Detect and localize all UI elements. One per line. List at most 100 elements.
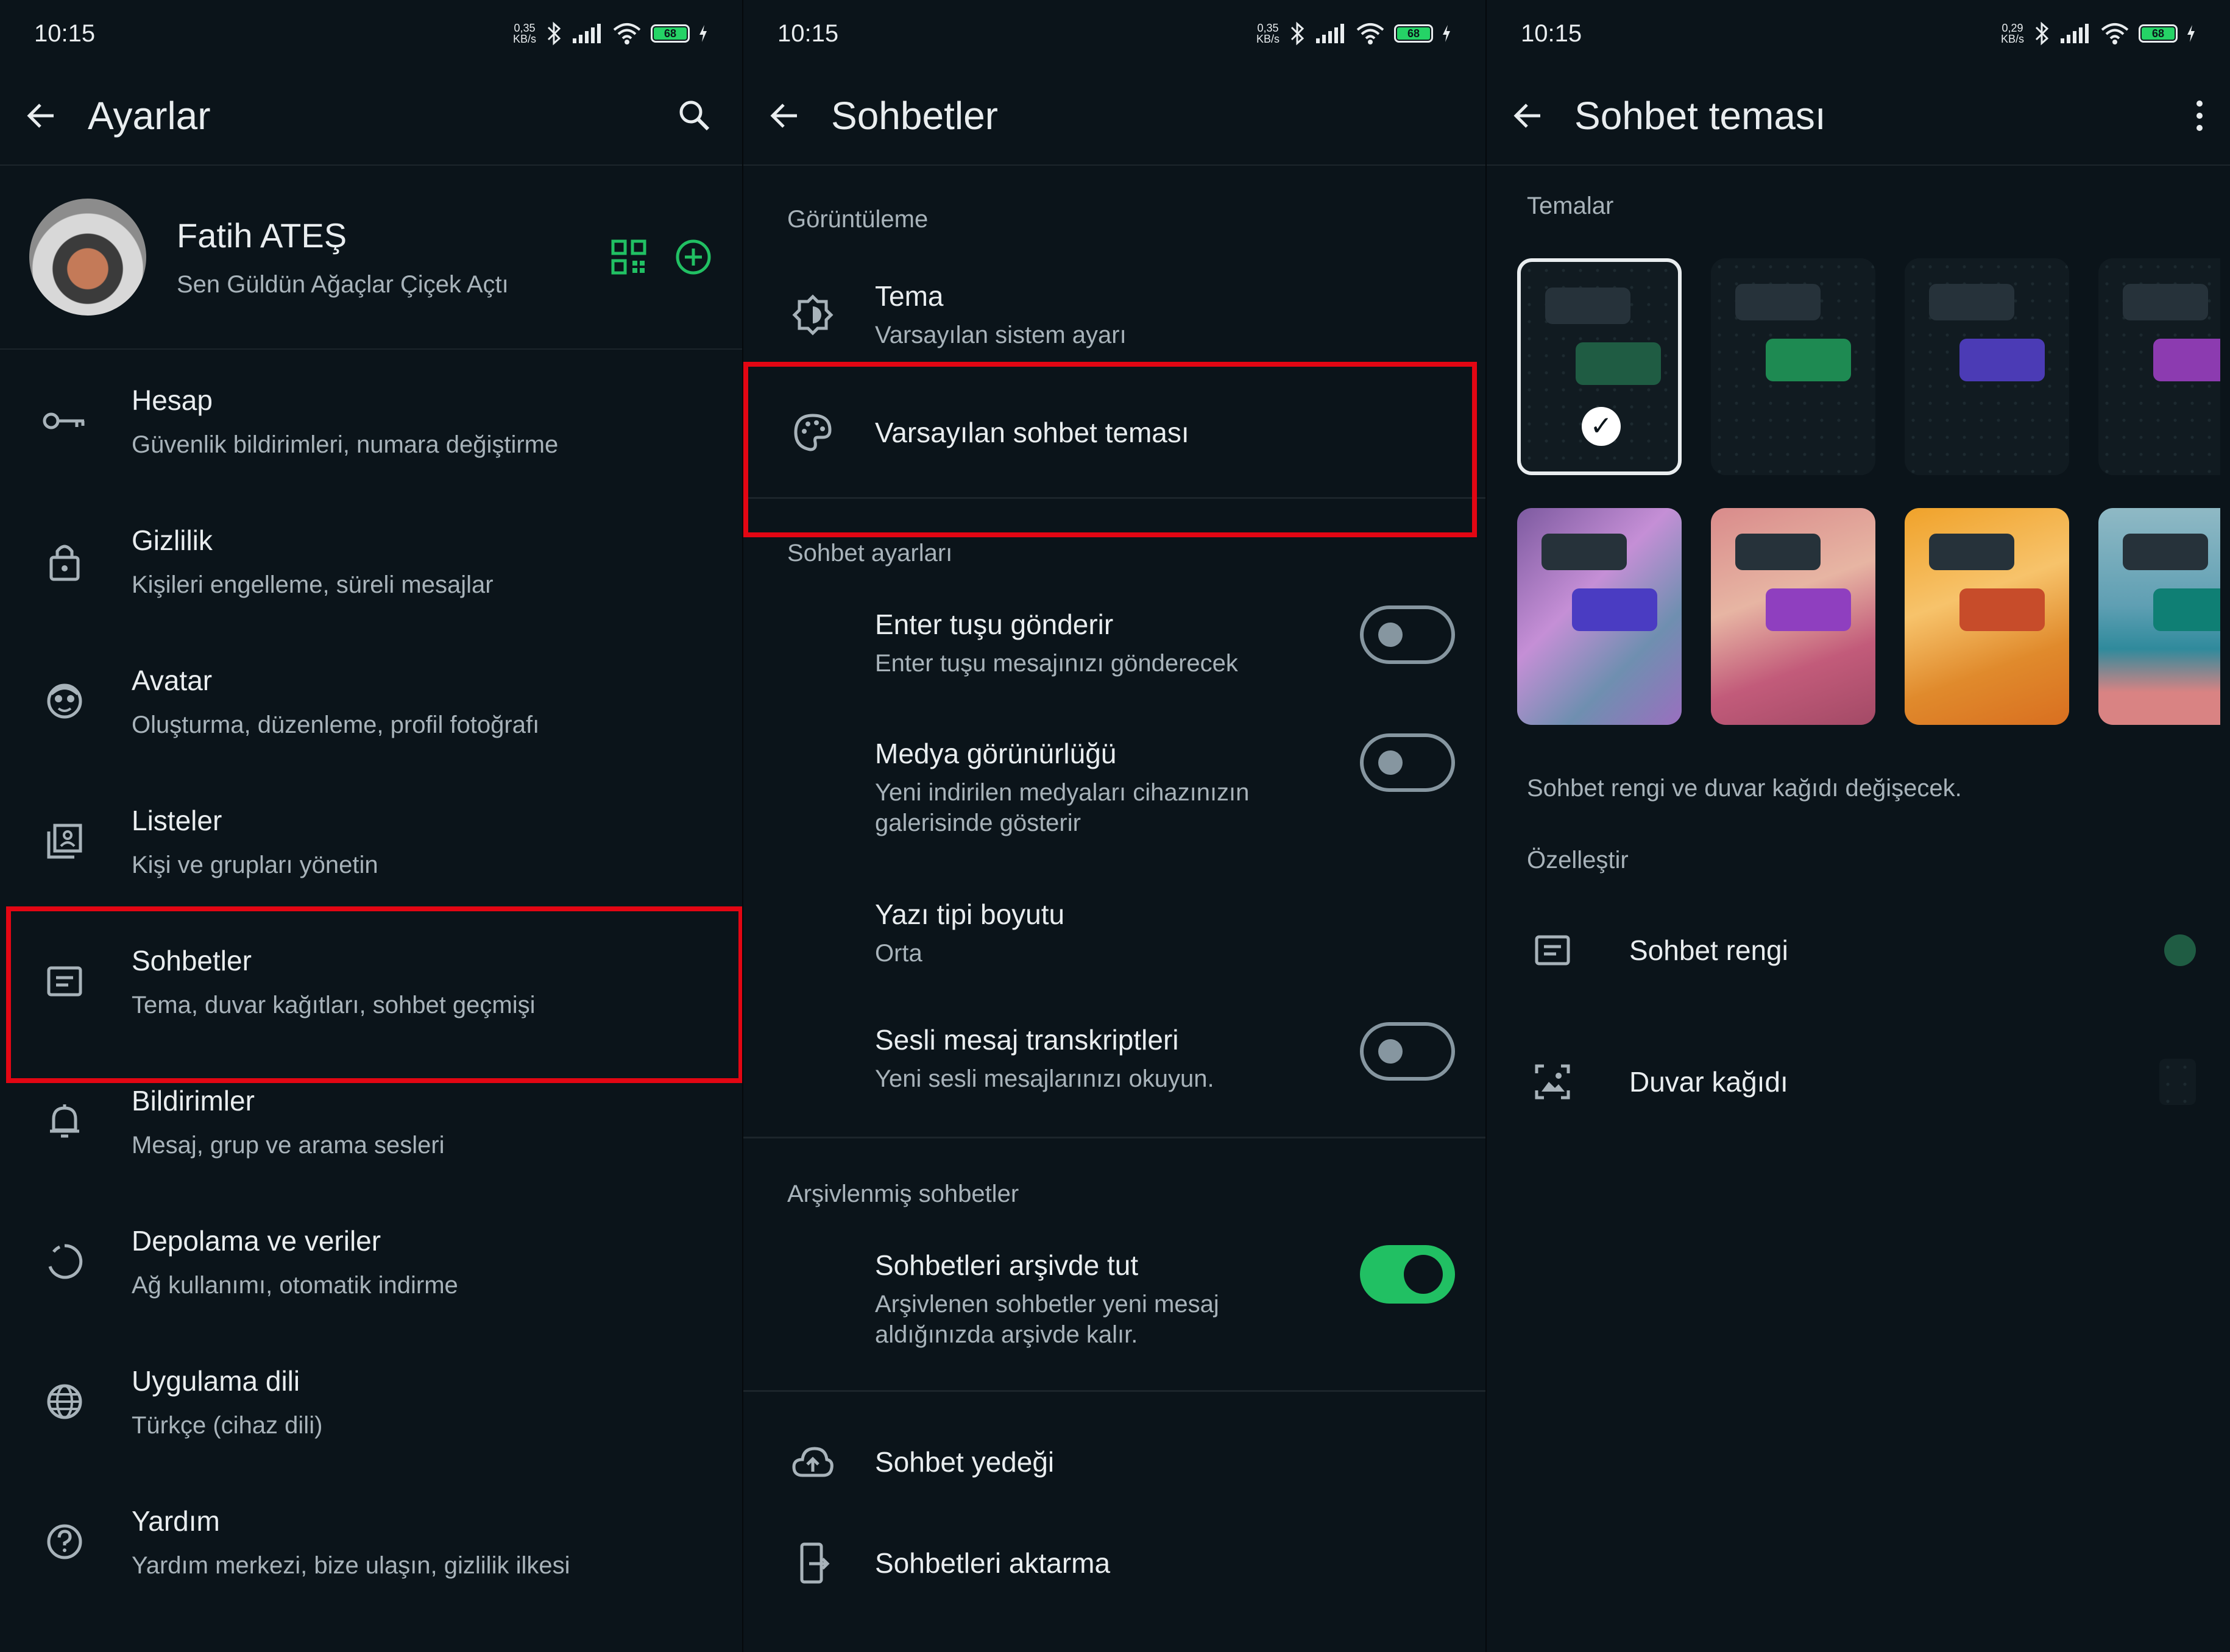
lists-icon	[34, 822, 95, 861]
voice-transcripts-row[interactable]: Sesli mesaj transkriptleri Yeni sesli me…	[743, 1021, 1485, 1100]
chat-color-swatch[interactable]	[2164, 934, 2196, 966]
section-customize: Özelleştir	[1527, 847, 1629, 874]
chat-transfer-title: Sohbetleri aktarma	[875, 1547, 1111, 1579]
bubble-incoming	[1929, 534, 2014, 570]
bubble-outgoing	[1766, 588, 1851, 631]
status-bar: 10:15 0,35 KB/s 68	[743, 0, 1485, 67]
status-time: 10:15	[777, 19, 839, 47]
theme-title: Tema	[875, 280, 944, 312]
voice-transcripts-toggle[interactable]	[1360, 1022, 1455, 1081]
network-speed: 0,35 KB/s	[1256, 23, 1280, 44]
qr-code-icon[interactable]	[611, 239, 647, 275]
keep-archived-toggle[interactable]	[1360, 1245, 1455, 1304]
settings-item-subtitle: Ağ kullanımı, otomatik indirme	[132, 1271, 458, 1299]
settings-item-language[interactable]: Uygulama dili Türkçe (cihaz dili)	[0, 1332, 742, 1472]
keep-archived-subtitle: Arşivlenen sohbetler yeni mesaj aldığını…	[875, 1289, 1219, 1350]
page-title: Sohbet teması	[1574, 94, 1826, 138]
chats-settings-screen: 10:15 0,35 KB/s 68 Sohbetler Görüntüleme…	[743, 0, 1487, 1652]
toggle-knob	[1378, 623, 1403, 647]
chat-backup-row[interactable]: Sohbet yedeği	[743, 1425, 1485, 1498]
back-arrow-icon[interactable]	[1511, 99, 1545, 133]
status-icons: 0,35 KB/s 68	[1256, 21, 1451, 46]
media-visibility-title: Medya görünürlüğü	[875, 738, 1117, 769]
settings-item-avatar[interactable]: Avatar Oluşturma, düzenleme, profil fotoğ…	[0, 631, 742, 771]
settings-item-privacy[interactable]: Gizlilik Kişileri engelleme, süreli mesaj…	[0, 491, 742, 631]
avatar[interactable]	[29, 199, 146, 316]
settings-item-help[interactable]: Yardım Yardım merkezi, bize ulaşın, gizli…	[0, 1472, 742, 1612]
settings-item-title: Bildirimler	[132, 1084, 255, 1117]
settings-item-subtitle: Kişileri engelleme, süreli mesajlar	[132, 571, 494, 598]
chat-transfer-row[interactable]: Sohbetleri aktarma	[743, 1527, 1485, 1600]
theme-option[interactable]	[1905, 258, 2069, 475]
network-speed-unit: KB/s	[512, 33, 536, 45]
settings-item-title: Uygulama dili	[132, 1364, 300, 1397]
wallpaper-icon	[1527, 1062, 1578, 1101]
status-icons: 0,29 KB/s 68	[2001, 21, 2196, 46]
bubble-incoming	[2123, 284, 2208, 320]
battery-indicator: 68	[1394, 24, 1433, 43]
bubble-incoming	[1929, 284, 2014, 320]
battery-level: 68	[654, 27, 687, 40]
bubble-outgoing	[1576, 342, 1661, 385]
settings-item-subtitle: Kişi ve grupları yönetin	[132, 851, 378, 878]
status-icons: 0,35 KB/s 68	[513, 21, 708, 46]
battery-level: 68	[1397, 27, 1430, 40]
theme-option[interactable]	[1711, 258, 1875, 475]
font-size-row[interactable]: Yazı tipi boyutu Orta	[743, 895, 1485, 975]
back-arrow-icon[interactable]	[24, 99, 58, 133]
bubble-outgoing	[2153, 339, 2220, 381]
settings-item-title: Yardım	[132, 1505, 220, 1537]
theme-option[interactable]	[1905, 508, 2069, 725]
network-speed-unit: KB/s	[1256, 33, 1280, 45]
section-display: Görüntüleme	[787, 206, 929, 233]
bubble-outgoing	[1572, 588, 1657, 631]
wallpaper-row[interactable]: Duvar kağıdı	[1487, 1045, 2230, 1118]
search-icon[interactable]	[676, 97, 713, 134]
wallpaper-preview[interactable]	[2159, 1059, 2196, 1105]
back-arrow-icon[interactable]	[768, 99, 802, 133]
theme-option[interactable]	[2098, 508, 2220, 725]
more-vert-icon[interactable]	[2193, 97, 2206, 134]
lock-icon	[34, 540, 95, 582]
profile-card[interactable]: Fatih ATEŞ Sen Güldün Ağaçlar Çiçek Açtı	[0, 166, 742, 350]
signal-icon	[1315, 23, 1347, 44]
bubble-incoming	[1735, 284, 1821, 320]
settings-item-account[interactable]: Hesap Güvenlik bildirimleri, numara değiş…	[0, 351, 742, 491]
settings-item-title: Depolama ve veriler	[132, 1224, 381, 1257]
enter-send-toggle[interactable]	[1360, 605, 1455, 664]
bubble-outgoing	[2153, 588, 2220, 631]
charging-icon	[1442, 24, 1451, 43]
theme-option[interactable]	[2098, 258, 2220, 475]
status-time: 10:15	[1521, 19, 1582, 47]
theme-option[interactable]: ✓	[1517, 258, 1682, 475]
keep-archived-subtitle-line2: aldığınızda arşivde kalır.	[875, 1321, 1138, 1348]
theme-option[interactable]	[1711, 508, 1875, 725]
settings-item-subtitle: Güvenlik bildirimleri, numara değiştirme	[132, 431, 559, 458]
network-speed-unit: KB/s	[2000, 33, 2024, 45]
status-bar: 10:15 0,35 KB/s 68	[0, 0, 742, 67]
settings-item-subtitle: Mesaj, grup ve arama sesleri	[132, 1131, 445, 1159]
help-icon	[34, 1522, 95, 1561]
settings-item-subtitle: Yardım merkezi, bize ulaşın, gizlilik il…	[132, 1551, 570, 1579]
media-visibility-subtitle: Yeni indirilen medyaları cihazınızın gal…	[875, 777, 1249, 838]
bubble-outgoing	[1959, 339, 2045, 381]
settings-item-storage[interactable]: Depolama ve veriler Ağ kullanımı, otomati…	[0, 1191, 742, 1332]
wifi-icon	[2100, 21, 2130, 46]
enter-send-title: Enter tuşu gönderir	[875, 609, 1114, 640]
bubble-incoming	[1735, 534, 1821, 570]
charging-icon	[698, 24, 708, 43]
settings-item-lists[interactable]: Listeler Kişi ve grupları yönetin	[0, 771, 742, 911]
bubble-incoming	[2123, 534, 2208, 570]
add-circle-icon[interactable]	[674, 238, 713, 277]
chat-color-row[interactable]: Sohbet rengi	[1487, 914, 2230, 987]
status-bar: 10:15 0,29 KB/s 68	[1487, 0, 2230, 67]
signal-icon	[2059, 23, 2091, 44]
enter-send-row[interactable]: Enter tuşu gönderir Enter tuşu mesajınız…	[743, 603, 1485, 677]
page-title: Sohbetler	[831, 94, 998, 138]
media-visibility-row[interactable]: Medya görünürlüğü Yeni indirilen medyala…	[743, 731, 1485, 841]
settings-item-title: Avatar	[132, 664, 213, 696]
keep-archived-row[interactable]: Sohbetleri arşivde tut Arşivlenen sohbet…	[743, 1243, 1485, 1352]
media-visibility-toggle[interactable]	[1360, 733, 1455, 792]
theme-row[interactable]: Tema Varsayılan sistem ayarı	[743, 263, 1485, 367]
theme-option[interactable]	[1517, 508, 1682, 725]
